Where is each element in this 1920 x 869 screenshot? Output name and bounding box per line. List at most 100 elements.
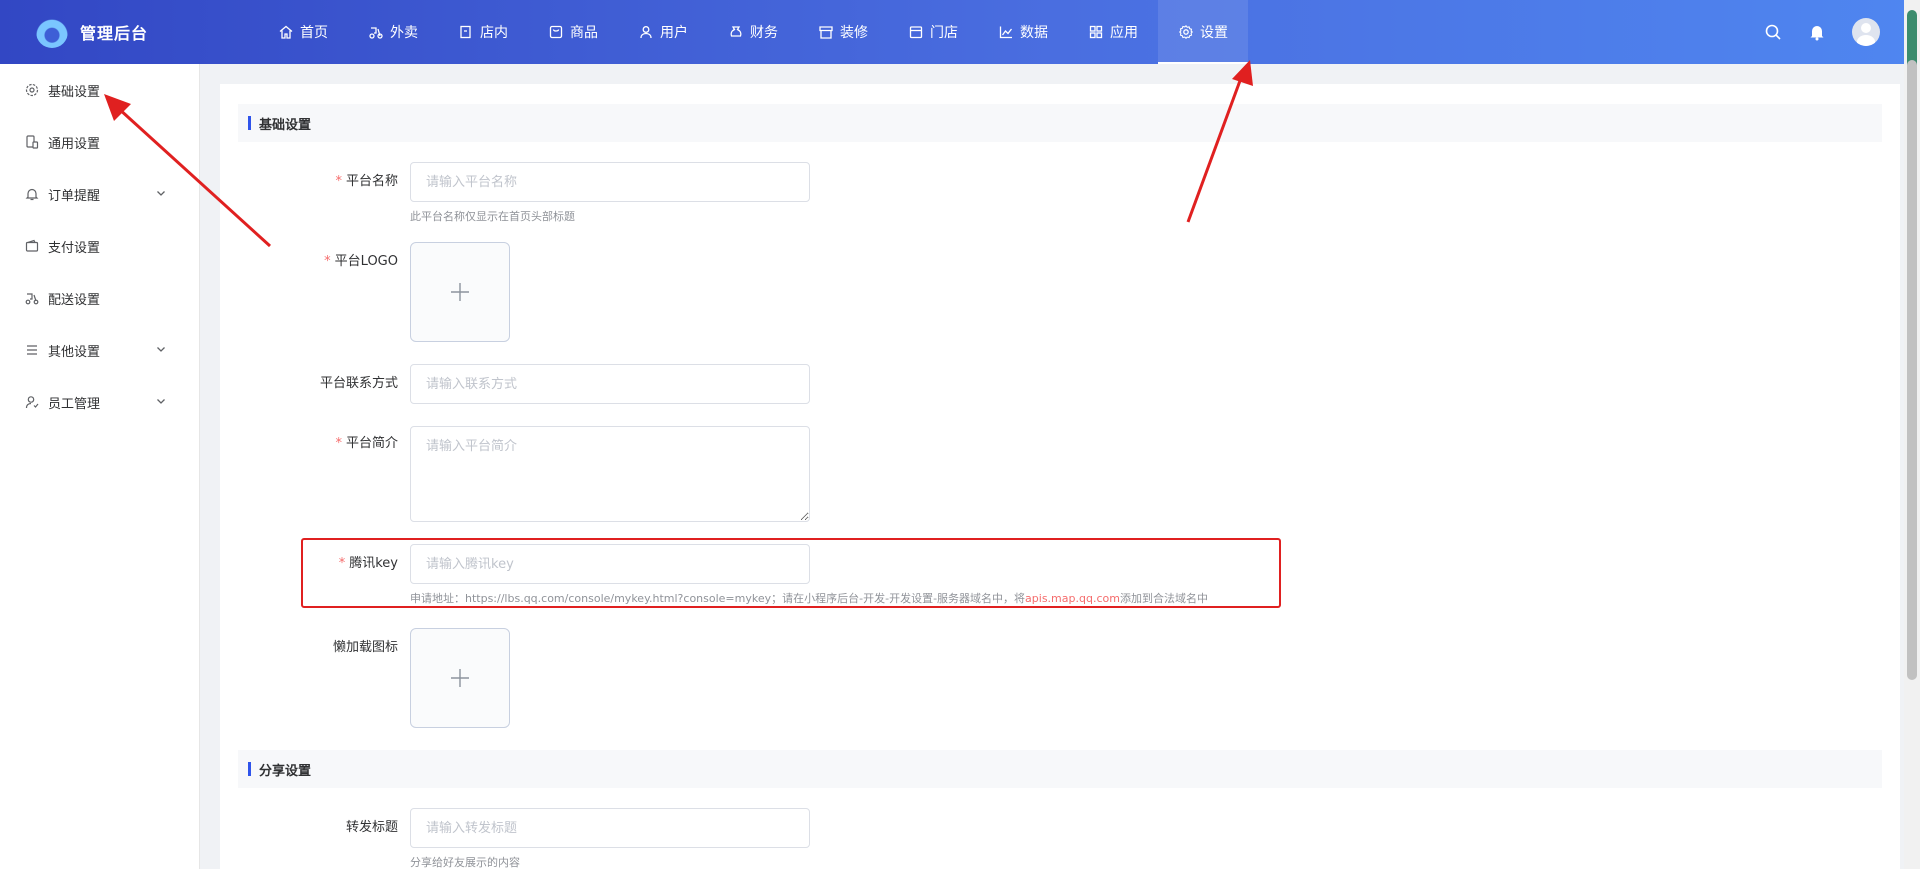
shop-icon: [909, 26, 923, 39]
share-title-hint: 分享给好友展示的内容: [410, 856, 520, 869]
field-label: * 腾讯key: [220, 544, 410, 584]
form-row-platform-intro: * 平台简介: [220, 426, 1900, 522]
nav-item-finance[interactable]: 财务: [708, 0, 798, 64]
chevron-down-icon: [157, 191, 165, 196]
nav-item-home[interactable]: 首页: [258, 0, 348, 64]
section-title: 分享设置: [259, 763, 312, 779]
field-container: 申请地址：https://lbs.qq.com/console/mykey.ht…: [410, 544, 1208, 606]
nav-label: 外卖: [390, 25, 418, 41]
sidebar-item-general-settings[interactable]: 通用设置: [0, 116, 199, 168]
nav-item-goods[interactable]: 商品: [528, 0, 618, 64]
chevron-down-icon: [157, 399, 165, 404]
sidebar-item-delivery-settings[interactable]: 配送设置: [0, 272, 199, 324]
brand-logo-icon: [36, 16, 68, 48]
field-label-text: 腾讯key: [349, 556, 398, 571]
wallet-icon: [25, 239, 39, 252]
nav-label: 财务: [750, 25, 778, 41]
nav-item-decoration[interactable]: 装修: [798, 0, 888, 64]
form-row-tencent-key: *腾讯key 申请地址：https://lbs.qq.com/console/m…: [220, 544, 1900, 606]
section-header-basic: 基础设置: [238, 104, 1882, 142]
header-tools: [1764, 0, 1880, 64]
settings-form-panel: 基础设置 *平台名称 此平台名称仅显示在首页头部标题 *平台LOGO 平台联系方…: [220, 84, 1900, 869]
nav-label: 门店: [930, 25, 958, 41]
chart-icon: [999, 26, 1013, 39]
nav-label: 商品: [570, 25, 598, 41]
nav-item-stores[interactable]: 门店: [888, 0, 978, 64]
page-scrollbar[interactable]: [1904, 0, 1920, 869]
field-label: * 平台名称: [220, 162, 410, 202]
platform-logo-upload[interactable]: [410, 242, 510, 342]
field-container: [410, 364, 810, 404]
sidebar-item-label: 其他设置: [48, 344, 101, 360]
device-icon: [26, 135, 39, 149]
sidebar-item-label: 配送设置: [48, 292, 101, 308]
hint-text: 申请地址：https://lbs.qq.com/console/mykey.ht…: [410, 592, 1026, 605]
sidebar-item-order-reminder[interactable]: 订单提醒: [0, 168, 199, 220]
tencent-key-hint: 申请地址：https://lbs.qq.com/console/mykey.ht…: [410, 592, 1208, 606]
nav-item-users[interactable]: 用户: [618, 0, 708, 64]
required-mark: *: [324, 254, 331, 269]
field-label-text: 转发标题: [345, 820, 398, 835]
nav-item-apps[interactable]: 应用: [1068, 0, 1158, 64]
user-icon: [640, 26, 652, 39]
form-row-lazyload-icon: 懒加载图标: [220, 628, 1900, 728]
form-row-platform-contact: 平台联系方式: [220, 364, 1900, 404]
staff-icon: [25, 396, 39, 409]
section-title: 基础设置: [259, 117, 312, 133]
field-label-text: 懒加载图标: [332, 640, 398, 655]
store-icon: [460, 25, 471, 39]
nav-item-data[interactable]: 数据: [978, 0, 1068, 64]
field-label-text: 平台联系方式: [319, 376, 398, 391]
form-row-share-title: 转发标题 分享给好友展示的内容: [220, 808, 1900, 869]
avatar[interactable]: [1852, 18, 1880, 46]
field-label: 转发标题: [220, 808, 410, 848]
nav-label: 用户: [660, 25, 688, 41]
platform-intro-textarea[interactable]: [410, 426, 810, 522]
scrollbar-thumb[interactable]: [1907, 60, 1917, 680]
hint-text: 添加到合法域名中: [1119, 592, 1208, 605]
sidebar-item-basic-settings[interactable]: 基础设置: [0, 64, 199, 116]
platform-name-hint: 此平台名称仅显示在首页头部标题: [410, 210, 575, 223]
form-row-platform-name: *平台名称 此平台名称仅显示在首页头部标题: [220, 162, 1900, 224]
home-icon: [279, 25, 293, 39]
field-label-text: 平台LOGO: [334, 254, 398, 269]
section-accent-bar: [248, 762, 251, 776]
bell-icon[interactable]: [1808, 23, 1826, 41]
platform-name-input[interactable]: [410, 162, 810, 202]
sidebar-item-payment-settings[interactable]: 支付设置: [0, 220, 199, 272]
search-icon[interactable]: [1764, 23, 1782, 41]
tencent-key-input[interactable]: [410, 544, 810, 584]
brand[interactable]: 管理后台: [0, 16, 200, 48]
nav-item-takeout[interactable]: 外卖: [348, 0, 438, 64]
sidebar-item-other-settings[interactable]: 其他设置: [0, 324, 199, 376]
plus-icon: [451, 669, 469, 687]
nav-item-dine-in[interactable]: 店内: [438, 0, 528, 64]
share-title-input[interactable]: [410, 808, 810, 848]
nav-label: 首页: [300, 25, 328, 41]
sidebar-item-label: 订单提醒: [48, 188, 101, 204]
sidebar-item-label: 基础设置: [48, 84, 101, 100]
platform-contact-input[interactable]: [410, 364, 810, 404]
sidebar-item-label: 通用设置: [48, 136, 101, 152]
chevron-down-icon: [157, 347, 165, 352]
sidebar: 基础设置 通用设置 订单提醒 支付设置 配送设置 其他设置 员工管理: [0, 64, 200, 869]
nav-label: 应用: [1110, 25, 1138, 41]
top-nav: 首页 外卖 店内 商品 用户 财务 装修 门店 数据 应用 设置: [258, 0, 1248, 64]
scooter-icon: [369, 27, 383, 39]
section-accent-bar: [248, 116, 251, 130]
top-header: 管理后台 首页 外卖 店内 商品 用户 财务 装修 门店 数据 应用 设置: [0, 0, 1920, 64]
field-container: 分享给好友展示的内容: [410, 808, 810, 869]
sidebar-item-staff-management[interactable]: 员工管理: [0, 376, 199, 428]
decor-icon: [819, 26, 833, 39]
sidebar-item-label: 员工管理: [48, 396, 101, 412]
nav-label: 装修: [840, 25, 868, 41]
nav-item-settings[interactable]: 设置: [1158, 0, 1248, 64]
form-row-platform-logo: * 平台LOGO: [220, 242, 1900, 342]
nav-label: 设置: [1200, 25, 1228, 41]
field-container: 此平台名称仅显示在首页头部标题: [410, 162, 810, 224]
field-label: 平台联系方式: [220, 364, 410, 404]
lazyload-icon-upload[interactable]: [410, 628, 510, 728]
field-label-text: 平台名称: [345, 174, 398, 189]
money-icon: [730, 26, 742, 37]
field-label-text: 平台简介: [345, 436, 398, 451]
